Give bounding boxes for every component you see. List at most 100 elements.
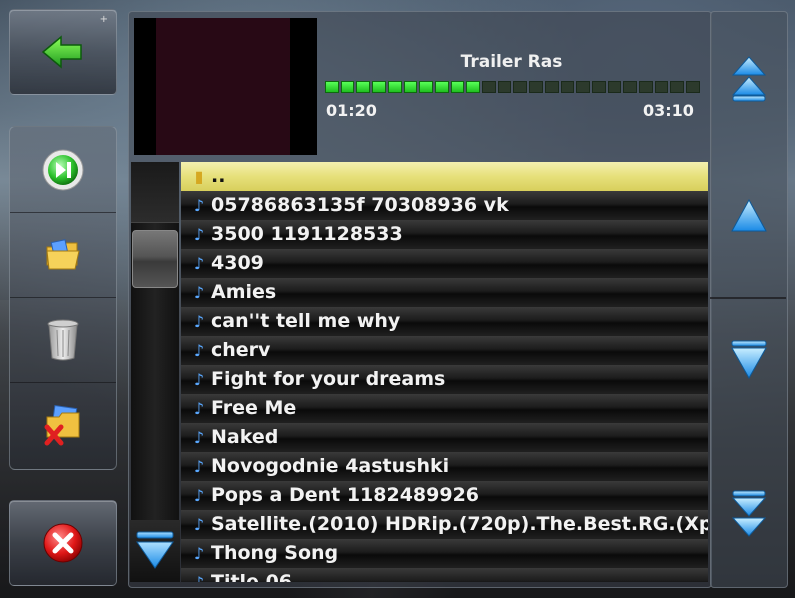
list-item-label: Thong Song	[211, 542, 339, 564]
back-arrow-icon	[41, 35, 82, 69]
list-item-label: ..	[211, 165, 226, 187]
chevron-down-icon	[136, 531, 174, 569]
music-note-icon: ♪	[193, 428, 205, 447]
track-title: Trailer Ras	[460, 52, 563, 72]
music-note-icon: ♪	[193, 196, 205, 215]
total-time: 03:10	[643, 101, 694, 120]
music-note-icon: ♪	[193, 486, 205, 505]
plus-badge: +	[99, 14, 108, 25]
music-note-icon: ♪	[193, 544, 205, 563]
progress-segment	[325, 81, 339, 93]
list-item-label: cherv	[211, 339, 271, 361]
close-button[interactable]	[9, 500, 117, 586]
progress-bar[interactable]	[325, 81, 700, 93]
progress-segment	[607, 81, 622, 93]
file-list: ▮.. ♪ 05786863135f 70308936 vk ♪ 3500 119112…	[181, 162, 708, 582]
progress-segment	[434, 81, 449, 93]
scrollbar-top	[131, 162, 179, 223]
list-item[interactable]: ♪ Pops a Dent 1182489926	[181, 481, 708, 510]
list-item-label: Amies	[211, 281, 277, 303]
page-up-icon[interactable]	[731, 55, 767, 103]
progress-segment	[639, 81, 653, 93]
open-folder-button[interactable]	[10, 212, 116, 298]
list-item-label: Pops a Dent 1182489926	[211, 484, 480, 506]
list-item-label: 3500 1191128533	[211, 223, 403, 245]
progress-segment	[372, 81, 386, 93]
elapsed-time: 01:20	[326, 101, 377, 120]
video-preview	[134, 18, 317, 155]
music-note-icon: ♪	[193, 457, 205, 476]
list-item[interactable]: ♪ Naked	[181, 423, 708, 452]
list-item[interactable]: ♪ Satellite.(2010) HDRip.(720p).The.Best.…	[181, 510, 708, 539]
progress-segment	[576, 81, 590, 93]
remove-files-button[interactable]	[10, 382, 116, 467]
play-button[interactable]	[10, 127, 116, 213]
music-note-icon: ♪	[193, 515, 205, 534]
progress-segment	[450, 81, 465, 93]
progress-segment	[513, 81, 528, 93]
list-item[interactable]: ♪ 4309	[181, 249, 708, 278]
folder-up-icon: ▮	[194, 167, 204, 186]
list-item-label: 05786863135f 70308936 vk	[211, 194, 509, 216]
scroll-down-button[interactable]	[130, 520, 180, 582]
progress-segment	[544, 81, 559, 93]
progress-segment	[560, 81, 575, 93]
delete-files-icon	[44, 404, 80, 445]
music-note-icon: ♪	[193, 370, 205, 389]
scroll-up-icon[interactable]	[730, 197, 768, 235]
list-item[interactable]: ♪ 05786863135f 70308936 vk	[181, 191, 708, 220]
delete-button[interactable]	[10, 297, 116, 383]
list-item-label: Title 06	[211, 571, 293, 582]
music-note-icon: ♪	[193, 312, 205, 331]
music-note-icon: ♪	[189, 568, 209, 582]
progress-segment	[529, 81, 543, 93]
play-next-icon	[42, 149, 84, 190]
progress-segment	[482, 81, 496, 93]
page-down-icon[interactable]	[731, 490, 767, 538]
progress-segment	[623, 81, 638, 93]
list-item[interactable]: ♪ Novogodnie 4astushki	[181, 452, 708, 481]
navigation-divider	[710, 297, 786, 299]
scrollbar-thumb[interactable]	[132, 230, 178, 288]
video-frame	[156, 18, 290, 155]
action-group	[9, 126, 117, 470]
list-item-parent-folder[interactable]: ▮..	[181, 162, 708, 191]
progress-segment	[403, 81, 418, 93]
scrollbar-track[interactable]	[131, 162, 179, 582]
list-item[interactable]: ♪ can''t tell me why	[181, 307, 708, 336]
folder-icon	[46, 238, 80, 269]
progress-segment	[497, 81, 512, 93]
progress-segment	[387, 81, 402, 93]
progress-segment	[356, 81, 371, 93]
list-item-label: Naked	[211, 426, 279, 448]
music-note-icon: ♪	[193, 283, 205, 302]
list-item[interactable]: ♪Title 06	[181, 568, 708, 582]
music-note-icon: ♪	[193, 399, 205, 418]
list-item-label: can''t tell me why	[211, 310, 401, 332]
progress-segment	[670, 81, 685, 93]
progress-segment	[686, 81, 700, 93]
trash-icon	[47, 319, 79, 360]
list-item-label: Satellite.(2010) HDRip.(720p).The.Best.R…	[211, 513, 708, 535]
music-note-icon: ♪	[193, 225, 205, 244]
list-item-label: Free Me	[211, 397, 297, 419]
progress-segment	[591, 81, 606, 93]
list-item[interactable]: ♪ 3500 1191128533	[181, 220, 708, 249]
back-button[interactable]: +	[9, 9, 117, 95]
music-note-icon: ♪	[193, 341, 205, 360]
close-icon	[43, 523, 83, 563]
list-item-label: Fight for your dreams	[211, 368, 446, 390]
list-item[interactable]: ♪ Amies	[181, 278, 708, 307]
list-item[interactable]: ♪ Free Me	[181, 394, 708, 423]
list-item[interactable]: ♪ Fight for your dreams	[181, 365, 708, 394]
list-item[interactable]: ♪ Thong Song	[181, 539, 708, 568]
music-note-icon: ♪	[193, 254, 205, 273]
progress-segment	[419, 81, 433, 93]
progress-segment	[654, 81, 669, 93]
scroll-down-icon[interactable]	[730, 340, 768, 380]
progress-segment	[340, 81, 355, 93]
progress-segment	[466, 81, 481, 93]
list-item[interactable]: ♪ cherv	[181, 336, 708, 365]
list-item-label: Novogodnie 4astushki	[211, 455, 450, 477]
list-item-label: 4309	[211, 252, 264, 274]
